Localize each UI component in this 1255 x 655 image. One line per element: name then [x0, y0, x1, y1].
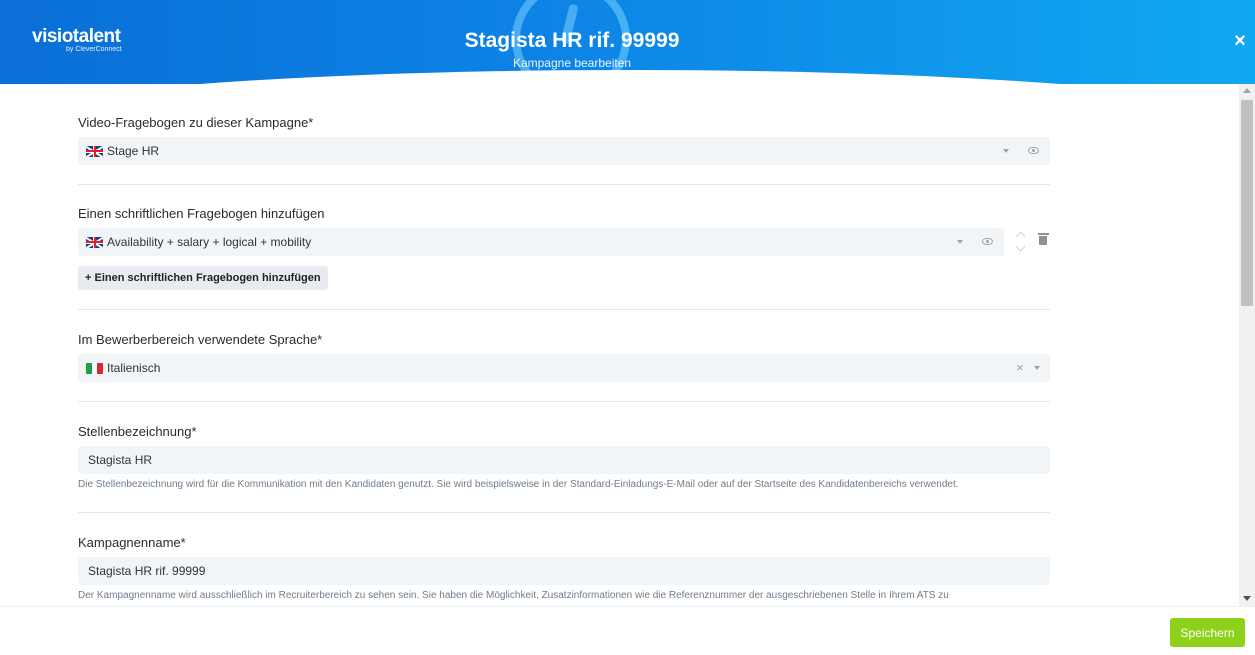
campaign-name-input[interactable]: Stagista HR rif. 99999 — [78, 557, 1050, 585]
scroll-down-arrow-icon[interactable] — [1243, 596, 1251, 601]
written-questionnaire-value: Availability + salary + logical + mobili… — [107, 235, 312, 249]
header-wave-shape — [0, 70, 1255, 84]
vertical-scrollbar[interactable] — [1239, 84, 1255, 606]
candidate-language-value: Italienisch — [107, 361, 161, 375]
campaign-name-label: Kampagnenname* — [78, 535, 186, 550]
job-title-input[interactable]: Stagista HR — [78, 446, 1050, 474]
save-button[interactable]: Speichern — [1170, 618, 1245, 647]
divider — [78, 309, 1050, 310]
clear-icon[interactable]: × — [1016, 361, 1024, 374]
campaign-name-value: Stagista HR rif. 99999 — [88, 564, 206, 578]
divider — [78, 512, 1050, 513]
close-icon[interactable]: × — [1232, 30, 1248, 52]
candidate-language-select[interactable]: Italienisch × — [78, 354, 1050, 382]
page-title: Stagista HR rif. 99999 — [464, 29, 680, 52]
eye-icon[interactable] — [982, 238, 993, 245]
reorder-arrows-icon[interactable] — [1015, 231, 1026, 253]
job-title-value: Stagista HR — [88, 453, 153, 467]
modal-header: visiotalent by CleverConnect Stagista HR… — [0, 0, 1255, 84]
video-questionnaire-select[interactable]: Stage HR — [78, 137, 1050, 165]
uk-flag-icon — [86, 236, 103, 248]
divider — [78, 401, 1050, 402]
scrollbar-thumb[interactable] — [1241, 100, 1253, 306]
add-written-questionnaire-button[interactable]: + Einen schriftlichen Fragebogen hinzufü… — [78, 266, 328, 290]
scroll-up-arrow-icon[interactable] — [1243, 88, 1251, 93]
candidate-language-label: Im Bewerberbereich verwendete Sprache* — [78, 332, 323, 347]
written-questionnaire-select[interactable]: Availability + salary + logical + mobili… — [78, 228, 1004, 256]
modal-footer: Speichern — [0, 606, 1255, 655]
campaign-name-help-text: Der Kampagnenname wird ausschließlich im… — [78, 590, 949, 601]
job-title-help-text: Die Stellenbezeichnung wird für die Komm… — [78, 479, 959, 490]
chevron-down-icon[interactable] — [1003, 149, 1009, 153]
divider — [78, 184, 1050, 185]
written-questionnaire-label: Einen schriftlichen Fragebogen hinzufüge… — [78, 206, 325, 221]
uk-flag-icon — [86, 145, 103, 157]
video-questionnaire-label: Video-Fragebogen zu dieser Kampagne* — [78, 115, 314, 130]
eye-icon[interactable] — [1028, 147, 1039, 154]
chevron-down-icon[interactable] — [1034, 366, 1040, 370]
chevron-down-icon[interactable] — [957, 240, 963, 244]
form-content[interactable]: Video-Fragebogen zu dieser Kampagne* Sta… — [0, 84, 1239, 606]
page-subtitle: Kampagne bearbeiten — [512, 56, 632, 70]
job-title-label: Stellenbezeichnung* — [78, 424, 197, 439]
italy-flag-icon — [86, 362, 103, 374]
video-questionnaire-value: Stage HR — [107, 144, 160, 158]
trash-icon[interactable] — [1037, 233, 1049, 245]
